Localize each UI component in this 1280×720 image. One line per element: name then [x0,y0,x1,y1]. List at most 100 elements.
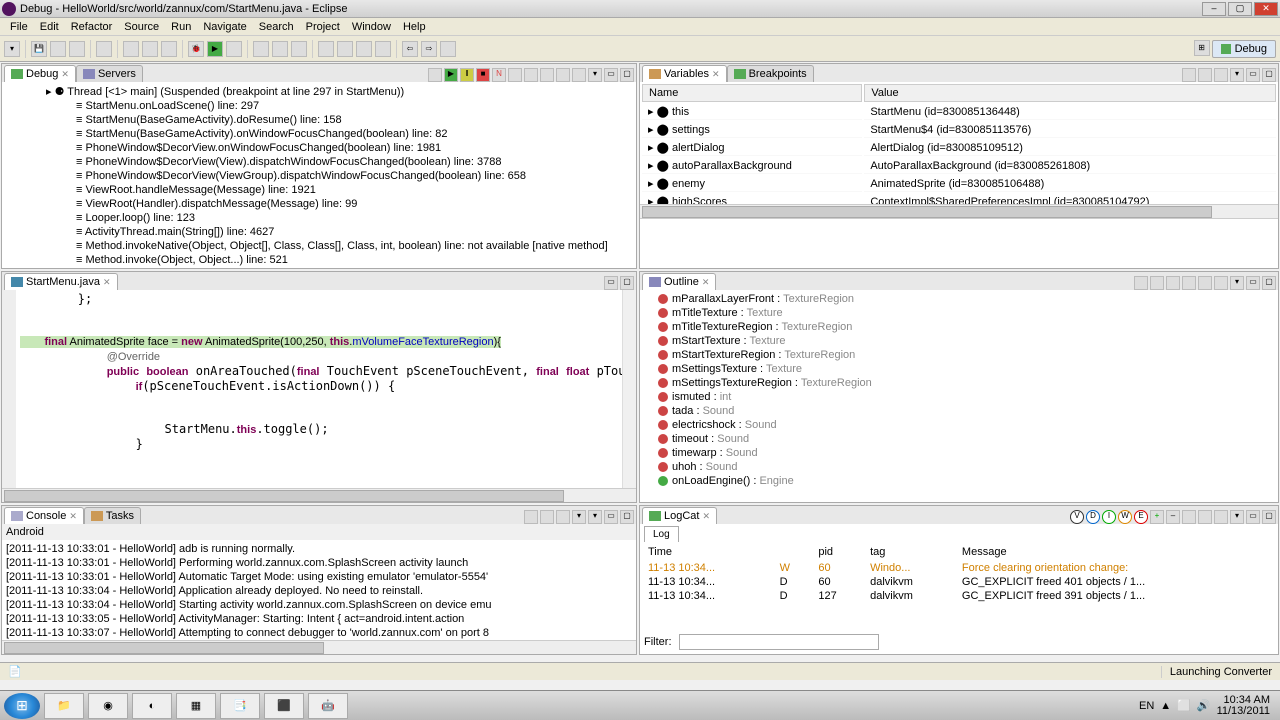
clear-console-button[interactable] [524,510,538,524]
step-over-button[interactable] [524,68,538,82]
print-button[interactable] [69,41,85,57]
minimize-view-button[interactable]: ▭ [1246,276,1260,290]
close-icon[interactable]: ✕ [702,277,710,288]
outline-item[interactable]: onLoadEngine() : Engine [642,474,1276,488]
focus-button[interactable] [1214,276,1228,290]
tab-debug[interactable]: Debug✕ [4,65,76,82]
variable-row[interactable]: ▸ ⬤ settingsStartMenu$4 (id=830085113576… [642,122,1276,138]
display-selected-button[interactable]: ▾ [572,510,586,524]
menu-search[interactable]: Search [253,21,300,33]
tab-variables[interactable]: Variables✕ [642,65,727,82]
toggle-breakpoint-button[interactable] [356,41,372,57]
view-menu-button[interactable]: ▾ [1230,510,1244,524]
android-lint-button[interactable] [161,41,177,57]
debug-button[interactable]: 🐞 [188,41,204,57]
log-filter-input[interactable] [679,634,879,650]
tab-outline[interactable]: Outline✕ [642,273,716,290]
menu-file[interactable]: File [4,21,34,33]
code-editor[interactable]: }; final AnimatedSprite face = new Anima… [16,290,622,488]
minimize-view-button[interactable]: ▭ [604,276,618,290]
stack-frame[interactable]: ≡ StartMenu(BaseGameActivity).onWindowFo… [6,127,632,141]
outline-item[interactable]: timeout : Sound [642,432,1276,446]
save-all-button[interactable] [50,41,66,57]
stack-frame[interactable]: ≡ Looper.loop() line: 123 [6,211,632,225]
close-icon[interactable]: ✕ [69,511,77,522]
android-sdk-button[interactable] [123,41,139,57]
taskbar-explorer[interactable]: 📁 [44,693,84,719]
menu-edit[interactable]: Edit [34,21,65,33]
tray-network-icon[interactable]: ⬜ [1177,699,1191,712]
editor-hscroll[interactable] [2,488,636,502]
thread-row[interactable]: ▸ ⚈ Thread [<1> main] (Suspended (breakp… [6,84,632,99]
android-avd-button[interactable] [142,41,158,57]
step-into-button[interactable] [508,68,522,82]
close-icon[interactable]: ✕ [702,511,710,522]
col-message[interactable]: Message [956,544,1276,560]
build-button[interactable] [96,41,112,57]
col-name[interactable]: Name [642,84,862,102]
outline-item[interactable]: timewarp : Sound [642,446,1276,460]
log-row[interactable]: 11-13 10:34...D60dalvikvmGC_EXPLICIT fre… [642,576,1276,588]
outline-item[interactable]: mTitleTexture : Texture [642,306,1276,320]
start-button[interactable]: ⊞ [4,693,40,719]
show-logical-button[interactable] [1198,68,1212,82]
minimize-view-button[interactable]: ▭ [604,68,618,82]
outline-item[interactable]: tada : Sound [642,404,1276,418]
stack-frame[interactable]: ≡ Method.invoke(Object, Object...) line:… [6,253,632,267]
taskbar-app[interactable]: ▦ [176,693,216,719]
show-type-names-button[interactable] [1182,68,1196,82]
col-tag[interactable]: tag [864,544,954,560]
terminate-button[interactable]: ■ [476,68,490,82]
maximize-button[interactable]: ▢ [1228,2,1252,16]
edit-filter-button[interactable] [1182,510,1196,524]
tray-lang[interactable]: EN [1139,700,1154,712]
drop-frame-button[interactable] [556,68,570,82]
taskbar-notepad[interactable]: 📑 [220,693,260,719]
view-menu-button[interactable]: ▾ [588,68,602,82]
stack-frame[interactable]: ≡ ActivityThread.main(String[]) line: 46… [6,225,632,239]
maximize-view-button[interactable]: ▢ [1262,68,1276,82]
outline-item[interactable]: mStartTexture : Texture [642,334,1276,348]
suspend-button[interactable]: ‖ [460,68,474,82]
maximize-view-button[interactable]: ▢ [620,68,634,82]
pin-console-button[interactable] [556,510,570,524]
outline-item[interactable]: uhoh : Sound [642,460,1276,474]
taskbar-eclipse[interactable]: ◐ [132,693,172,719]
hide-static-button[interactable] [1166,276,1180,290]
stack-frame[interactable]: ≡ PhoneWindow$DecorView(ViewGroup).dispa… [6,169,632,183]
resume-button[interactable]: ▶ [444,68,458,82]
menu-project[interactable]: Project [300,21,346,33]
close-icon[interactable]: ✕ [61,69,69,80]
open-perspective-button[interactable]: ⊞ [1194,40,1210,56]
stack-frame[interactable]: ≡ ViewRoot.handleMessage(Message) line: … [6,183,632,197]
minimize-view-button[interactable]: ▭ [1246,68,1260,82]
remove-terminated-button[interactable] [428,68,442,82]
console-hscroll[interactable] [2,640,636,654]
log-row[interactable]: 11-13 10:34...D127dalvikvmGC_EXPLICIT fr… [642,590,1276,602]
close-icon[interactable]: ✕ [103,277,111,288]
step-return-button[interactable] [540,68,554,82]
run-button[interactable]: ▶ [207,41,223,57]
stack-frame[interactable]: ≡ StartMenu.onLoadScene() line: 297 [6,99,632,113]
step-filters-button[interactable] [572,68,586,82]
clear-log-button[interactable] [1214,510,1228,524]
tab-tasks[interactable]: Tasks [84,507,141,524]
overview-ruler[interactable] [622,290,636,488]
col-time[interactable]: Time [642,544,772,560]
perspective-debug[interactable]: Debug [1212,40,1276,58]
minimize-view-button[interactable]: ▭ [604,510,618,524]
menu-source[interactable]: Source [118,21,165,33]
maximize-view-button[interactable]: ▢ [1262,276,1276,290]
minimize-view-button[interactable]: ▭ [1246,510,1260,524]
hide-nonpublic-button[interactable] [1182,276,1196,290]
tray-volume-icon[interactable]: 🔊 [1197,699,1211,712]
variable-row[interactable]: ▸ ⬤ enemyAnimatedSprite (id=830085106488… [642,176,1276,192]
variable-row[interactable]: ▸ ⬤ thisStartMenu (id=830085136448) [642,104,1276,120]
export-log-button[interactable] [1198,510,1212,524]
hide-local-button[interactable] [1198,276,1212,290]
menu-refactor[interactable]: Refactor [65,21,119,33]
search-button[interactable] [318,41,334,57]
run-last-button[interactable] [226,41,242,57]
menu-help[interactable]: Help [397,21,432,33]
stack-frame[interactable]: ≡ ViewRoot(Handler).dispatchMessage(Mess… [6,197,632,211]
